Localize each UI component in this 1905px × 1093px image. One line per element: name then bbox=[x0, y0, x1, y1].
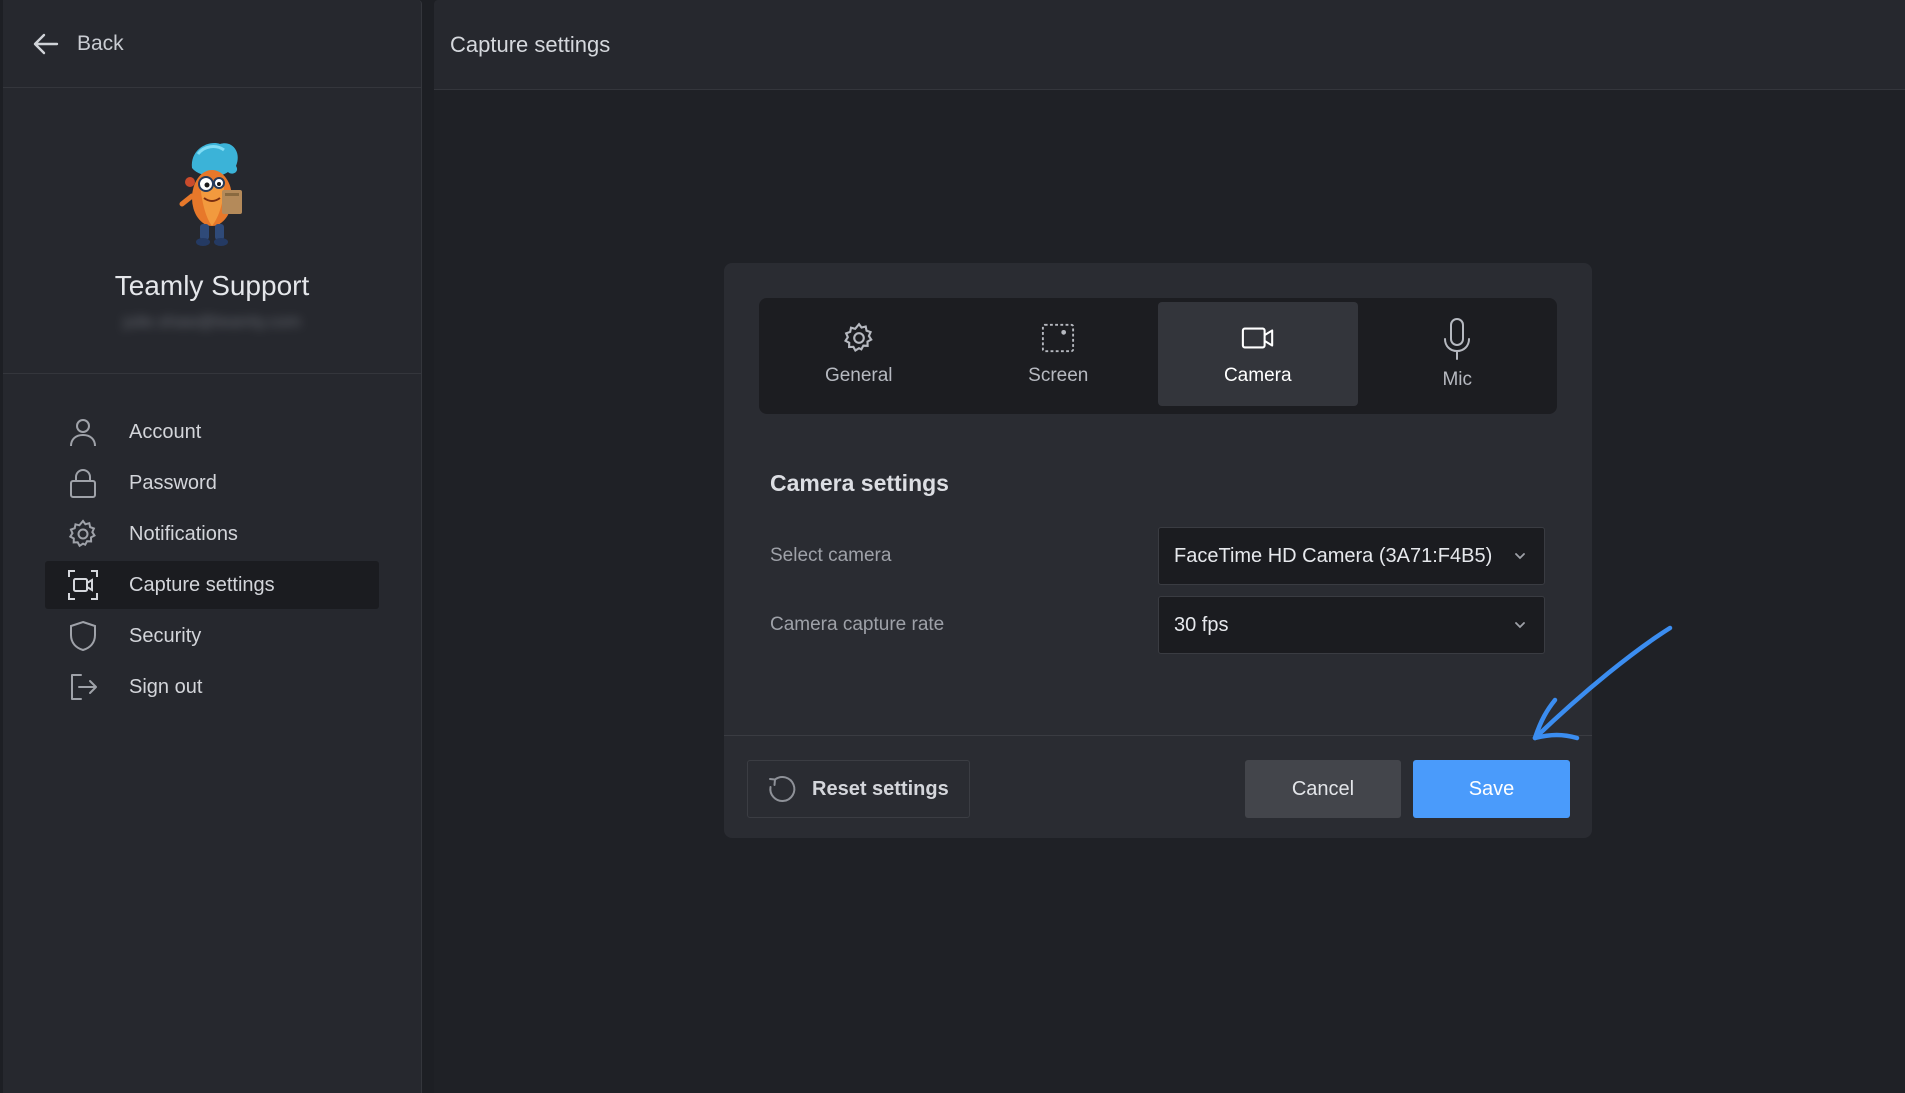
tab-label: Camera bbox=[1223, 365, 1292, 386]
tab-label: Mic bbox=[1442, 369, 1473, 390]
reset-icon bbox=[769, 776, 796, 802]
capture-icon bbox=[68, 570, 98, 600]
profile-name: Teamly Support bbox=[114, 270, 310, 301]
gear-icon bbox=[843, 322, 873, 353]
sidebar-item-password[interactable]: Password bbox=[45, 459, 379, 507]
select-camera-label: Select camera bbox=[770, 545, 892, 566]
tab-label: Screen bbox=[1028, 365, 1089, 386]
sidebar-item-label: Sign out bbox=[129, 675, 203, 698]
page-title: Capture settings bbox=[450, 31, 611, 57]
tab-general[interactable]: General bbox=[759, 302, 959, 406]
sidebar: Back Teamly Support julie.shaw@teamly.co… bbox=[3, 0, 422, 1093]
section-title: Camera settings bbox=[770, 470, 949, 496]
capture-tabs: General Screen Camera Mic bbox=[759, 298, 1557, 414]
settings-nav: Account Password Notifications Capture s… bbox=[3, 374, 421, 711]
back-label: Back bbox=[77, 31, 124, 55]
save-button[interactable]: Save bbox=[1413, 760, 1570, 818]
back-button[interactable]: Back bbox=[3, 0, 421, 88]
video-camera-icon bbox=[1241, 327, 1273, 349]
tab-mic[interactable]: Mic bbox=[1358, 302, 1558, 406]
sidebar-item-account[interactable]: Account bbox=[45, 408, 379, 456]
select-camera-dropdown[interactable]: FaceTime HD Camera (3A71:F4B5) bbox=[1158, 527, 1545, 585]
tab-camera[interactable]: Camera bbox=[1158, 302, 1358, 406]
cancel-button[interactable]: Cancel bbox=[1245, 760, 1401, 818]
microphone-icon bbox=[1444, 318, 1471, 360]
app-window: Back Teamly Support julie.shaw@teamly.co… bbox=[0, 0, 1905, 1093]
screen-capture-icon bbox=[1042, 323, 1075, 353]
avatar bbox=[179, 143, 242, 246]
capture-rate-label: Camera capture rate bbox=[770, 614, 945, 635]
page-header: Capture settings bbox=[434, 0, 1905, 90]
capture-settings-dialog: General Screen Camera Mic Camera setting… bbox=[724, 263, 1592, 838]
tab-screen[interactable]: Screen bbox=[959, 302, 1159, 406]
arrow-left-icon bbox=[33, 33, 59, 54]
shield-icon bbox=[70, 620, 96, 652]
profile-email: julie.shaw@teamly.com bbox=[123, 312, 301, 331]
tab-label: General bbox=[824, 365, 893, 386]
sidebar-item-label: Notifications bbox=[129, 522, 238, 545]
sidebar-item-label: Password bbox=[129, 471, 217, 494]
gear-icon bbox=[68, 519, 96, 548]
reset-settings-label: Reset settings bbox=[812, 777, 949, 800]
sidebar-item-security[interactable]: Security bbox=[45, 612, 379, 660]
sidebar-item-label: Security bbox=[129, 624, 202, 647]
lock-icon bbox=[70, 469, 96, 498]
capture-rate-dropdown[interactable]: 30 fps bbox=[1158, 596, 1545, 654]
user-icon bbox=[70, 419, 96, 447]
annotation-arrow-icon bbox=[1532, 625, 1673, 741]
dialog-divider bbox=[724, 735, 1592, 736]
profile-section: Teamly Support julie.shaw@teamly.com bbox=[3, 88, 421, 374]
sign-out-icon bbox=[71, 674, 97, 700]
sidebar-item-sign-out[interactable]: Sign out bbox=[45, 663, 379, 711]
sidebar-item-notifications[interactable]: Notifications bbox=[45, 510, 379, 558]
sidebar-item-label: Account bbox=[129, 420, 202, 443]
select-camera-value: FaceTime HD Camera (3A71:F4B5) bbox=[1174, 544, 1493, 567]
capture-rate-value: 30 fps bbox=[1174, 613, 1229, 636]
reset-settings-button[interactable]: Reset settings bbox=[747, 760, 970, 818]
sidebar-item-label: Capture settings bbox=[129, 573, 275, 596]
sidebar-item-capture-settings[interactable]: Capture settings bbox=[45, 561, 379, 609]
chevron-down-icon bbox=[1515, 553, 1525, 560]
